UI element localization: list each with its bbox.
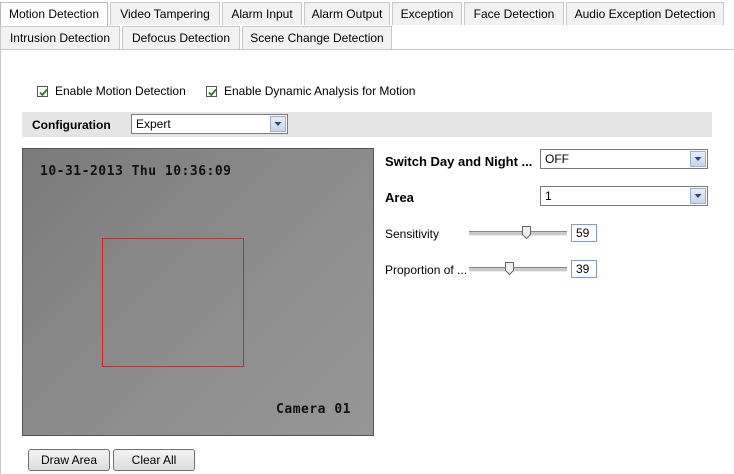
clear-all-button[interactable]: Clear All bbox=[113, 449, 195, 471]
tab-alarm-output[interactable]: Alarm Output bbox=[304, 2, 390, 25]
area-label: Area bbox=[385, 190, 414, 205]
sensitivity-value[interactable]: 59 bbox=[571, 224, 597, 242]
enable-motion-checkbox[interactable] bbox=[37, 85, 48, 97]
chevron-down-icon[interactable] bbox=[690, 151, 706, 167]
check-icon bbox=[208, 88, 217, 96]
video-preview[interactable]: 10-31-2013 Thu 10:36:09 Camera 01 bbox=[22, 148, 374, 436]
area-value: 1 bbox=[545, 189, 552, 203]
enable-motion-detection[interactable]: Enable Motion Detection bbox=[37, 84, 186, 98]
tab-alarm-input[interactable]: Alarm Input bbox=[222, 2, 302, 25]
configuration-value: Expert bbox=[136, 117, 171, 131]
enable-dynamic-label: Enable Dynamic Analysis for Motion bbox=[224, 84, 416, 98]
tab-exception[interactable]: Exception bbox=[392, 2, 462, 25]
motion-area-rectangle[interactable] bbox=[102, 238, 244, 367]
tab-scene-change-detection[interactable]: Scene Change Detection bbox=[242, 26, 392, 49]
proportion-slider-track[interactable] bbox=[469, 267, 567, 272]
chevron-down-icon[interactable] bbox=[690, 188, 706, 204]
video-timestamp: 10-31-2013 Thu 10:36:09 bbox=[40, 164, 232, 179]
configuration-label: Configuration bbox=[32, 118, 111, 132]
enable-dynamic-analysis[interactable]: Enable Dynamic Analysis for Motion bbox=[206, 84, 415, 98]
tab-audio-exception-detection[interactable]: Audio Exception Detection bbox=[566, 2, 724, 25]
switch-day-night-value: OFF bbox=[545, 152, 569, 166]
enable-dynamic-checkbox[interactable] bbox=[206, 85, 217, 97]
sensitivity-slider-thumb[interactable] bbox=[522, 226, 531, 239]
enable-motion-label: Enable Motion Detection bbox=[55, 84, 186, 98]
tab-row-2: Intrusion Detection Defocus Detection Sc… bbox=[0, 26, 734, 50]
proportion-value[interactable]: 39 bbox=[571, 260, 597, 278]
proportion-label: Proportion of ... bbox=[385, 263, 468, 277]
chevron-down-icon[interactable] bbox=[270, 116, 286, 132]
video-camera-name: Camera 01 bbox=[276, 402, 351, 417]
tab-row-1: Motion Detection Video Tampering Alarm I… bbox=[0, 2, 734, 26]
tab-defocus-detection[interactable]: Defocus Detection bbox=[122, 26, 240, 49]
tab-intrusion-detection[interactable]: Intrusion Detection bbox=[0, 26, 120, 49]
sensitivity-label: Sensitivity bbox=[385, 227, 440, 241]
tab-face-detection[interactable]: Face Detection bbox=[464, 2, 564, 25]
tab-motion-detection[interactable]: Motion Detection bbox=[0, 2, 108, 26]
switch-day-night-select[interactable]: OFF bbox=[540, 149, 708, 169]
sensitivity-slider-track[interactable] bbox=[469, 231, 567, 236]
area-select[interactable]: 1 bbox=[540, 186, 708, 206]
check-icon bbox=[39, 88, 48, 96]
tab-video-tampering[interactable]: Video Tampering bbox=[110, 2, 220, 25]
switch-day-night-label: Switch Day and Night ... bbox=[385, 154, 533, 169]
proportion-slider-thumb[interactable] bbox=[505, 262, 514, 275]
configuration-bar: Configuration bbox=[22, 112, 712, 137]
configuration-select[interactable]: Expert bbox=[131, 114, 288, 134]
draw-area-button[interactable]: Draw Area bbox=[28, 449, 110, 471]
